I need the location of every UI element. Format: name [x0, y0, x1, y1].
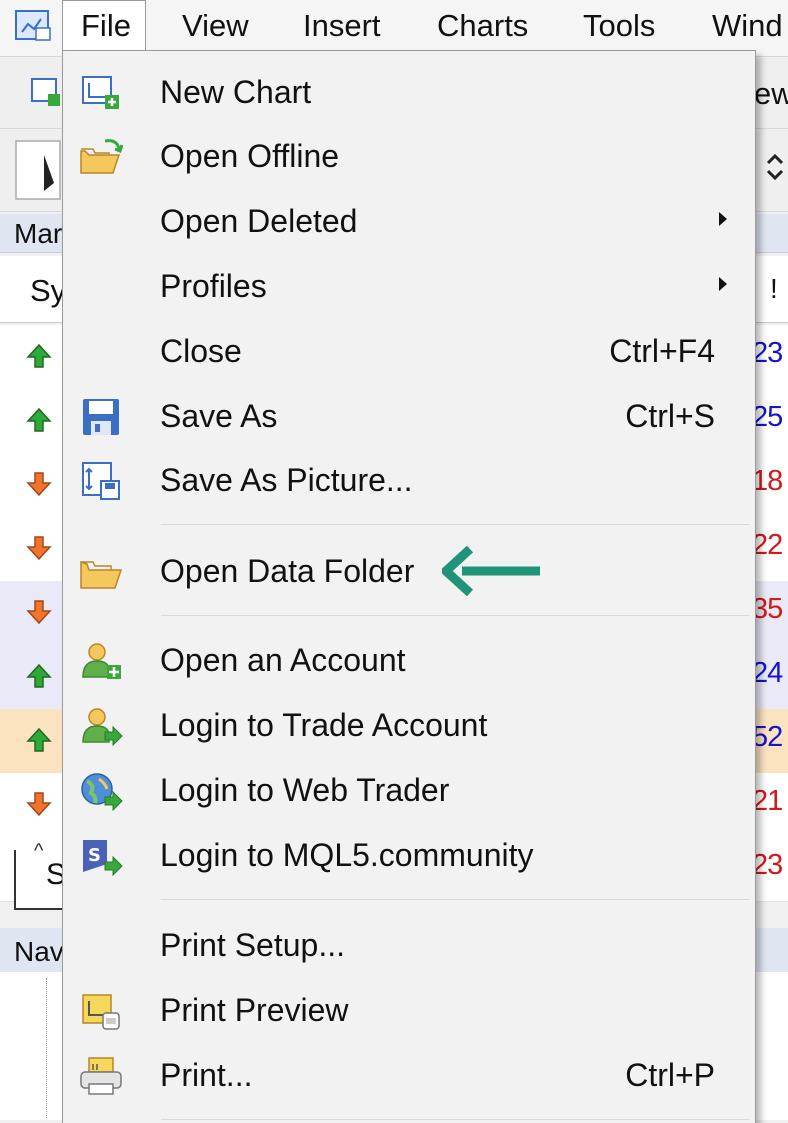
- arrow-up-icon: [26, 343, 52, 368]
- menu-shortcut: Ctrl+S: [625, 398, 715, 434]
- arrow-up-icon: [26, 727, 52, 752]
- menu-tools[interactable]: Tools: [583, 6, 655, 46]
- menu-bar: File View Insert Charts Tools Wind: [0, 0, 788, 57]
- menu-item-print-setup[interactable]: Print Setup...: [63, 916, 753, 976]
- menu-label: Login to Trade Account: [160, 707, 488, 743]
- navigator-title: Nav: [14, 936, 64, 967]
- toolbar-label-fragment[interactable]: ew: [754, 76, 788, 112]
- menu-item-open-offline[interactable]: Open Offline: [63, 127, 753, 187]
- menu-item-open-deleted[interactable]: Open Deleted: [63, 192, 753, 252]
- menu-label: New Chart: [160, 74, 312, 110]
- row-value: 52: [752, 721, 783, 753]
- open-folder-refresh-icon: [80, 139, 123, 174]
- menu-label: Profiles: [160, 268, 267, 304]
- submenu-arrow-icon: [719, 277, 727, 291]
- market-watch-title: Mar: [14, 218, 63, 249]
- row-value: 18: [752, 465, 783, 497]
- print-preview-icon: [82, 994, 120, 1030]
- globe-login-icon: [81, 773, 123, 811]
- arrow-up-icon: [26, 663, 52, 688]
- tree-line: [46, 978, 48, 1118]
- mql5-login-icon: S: [83, 840, 123, 876]
- row-value: 35: [752, 593, 783, 625]
- menu-label: Open an Account: [160, 642, 406, 678]
- menu-label: Save As Picture...: [160, 462, 413, 498]
- row-value: 24: [752, 657, 783, 689]
- menu-item-profiles[interactable]: Profiles: [63, 257, 753, 317]
- menu-label: Save As: [160, 398, 278, 434]
- new-chart-icon: [82, 76, 119, 109]
- callout-arrow-icon: [442, 546, 540, 596]
- arrow-down-icon: [26, 472, 52, 497]
- menu-item-print[interactable]: Print... Ctrl+P: [63, 1046, 753, 1106]
- menu-item-save-as-picture[interactable]: Save As Picture...: [63, 451, 753, 511]
- row-value: 21: [752, 785, 783, 817]
- menu-label: Close: [160, 333, 242, 369]
- menu-item-login-trade[interactable]: Login to Trade Account: [63, 696, 753, 756]
- arrow-down-icon: [26, 600, 52, 625]
- user-add-icon: [82, 643, 121, 679]
- menu-label: Open Offline: [160, 138, 340, 174]
- menu-shortcut: Ctrl+P: [625, 1057, 715, 1093]
- menu-label: Print Preview: [160, 992, 349, 1028]
- menu-item-save-as[interactable]: Save As Ctrl+S: [63, 387, 753, 447]
- printer-icon: [80, 1057, 122, 1095]
- menu-item-login-web[interactable]: Login to Web Trader: [63, 761, 753, 821]
- scroll-up-icon[interactable]: ^: [34, 840, 43, 863]
- row-value: 23: [752, 337, 783, 369]
- menu-item-new-chart[interactable]: New Chart: [63, 63, 753, 123]
- row-value: 22: [752, 529, 783, 561]
- column-label-right[interactable]: !: [770, 273, 778, 305]
- menu-item-open-data-folder[interactable]: Open Data Folder: [63, 542, 753, 602]
- menu-shortcut: Ctrl+F4: [609, 333, 715, 369]
- menu-item-print-preview[interactable]: Print Preview: [63, 981, 753, 1041]
- menu-label: Open Data Folder: [160, 553, 415, 589]
- arrow-down-icon: [26, 536, 52, 561]
- arrow-up-icon: [26, 407, 52, 432]
- arrow-down-icon: [26, 792, 52, 817]
- app-chart-icon[interactable]: [14, 8, 54, 44]
- floppy-disk-icon: [83, 399, 119, 435]
- menu-separator: [161, 899, 749, 900]
- menu-label: Print...: [160, 1057, 253, 1093]
- menu-label: Open Deleted: [160, 203, 358, 239]
- menu-label: Login to Web Trader: [160, 772, 450, 808]
- row-value: 23: [752, 849, 783, 881]
- menu-item-close[interactable]: Close Ctrl+F4: [63, 322, 753, 382]
- user-login-icon: [82, 708, 123, 746]
- submenu-arrow-icon: [719, 212, 727, 226]
- file-menu-dropdown: New Chart Open Offline Open Deleted Prof…: [62, 50, 756, 1123]
- menu-file[interactable]: File: [62, 0, 146, 51]
- menu-label: Login to MQL5.community: [160, 837, 534, 873]
- menu-view[interactable]: View: [182, 6, 249, 46]
- menu-insert[interactable]: Insert: [303, 6, 381, 46]
- row-value: 25: [752, 401, 783, 433]
- menu-window[interactable]: Wind: [712, 6, 783, 46]
- menu-label: Print Setup...: [160, 927, 345, 963]
- menu-item-login-mql5[interactable]: S Login to MQL5.community: [63, 826, 753, 886]
- symbol-column-label[interactable]: Sy: [30, 273, 66, 309]
- folder-icon: [80, 560, 123, 589]
- menu-separator: [161, 524, 749, 525]
- menu-item-open-account[interactable]: Open an Account: [63, 631, 753, 691]
- save-picture-icon: [82, 462, 120, 500]
- svg-text:S: S: [88, 845, 101, 866]
- new-chart-toolbar-icon[interactable]: [30, 76, 62, 108]
- menu-charts[interactable]: Charts: [437, 6, 528, 46]
- updown-spin-icon[interactable]: [764, 151, 786, 183]
- cursor-tool-icon[interactable]: [14, 139, 62, 201]
- menu-separator: [161, 615, 749, 616]
